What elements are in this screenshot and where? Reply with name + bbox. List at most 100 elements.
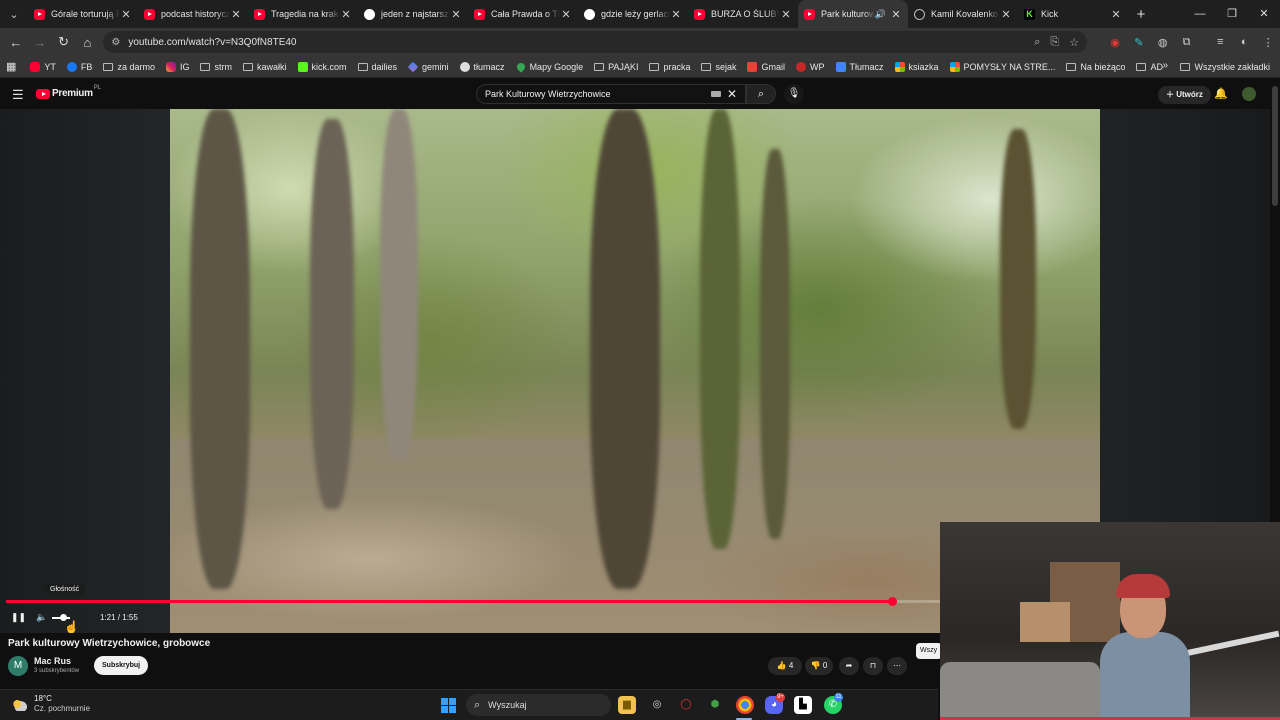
url-text[interactable]: youtube.com/watch?v=N3Q0fN8TE40: [128, 37, 1024, 48]
extension-icon[interactable]: ✎: [1127, 36, 1151, 49]
tab-close-icon[interactable]: ✕: [120, 8, 132, 21]
bookmark-item[interactable]: IG: [165, 61, 189, 72]
save-bookmark-icon[interactable]: ⊓: [863, 657, 883, 675]
share-icon[interactable]: ➦: [839, 657, 859, 675]
bookmark-item[interactable]: PAJĄKI: [594, 62, 638, 72]
close-window-icon[interactable]: ✕: [1248, 0, 1280, 28]
browser-tab[interactable]: BURZA O ŚLUBY P✕: [688, 0, 798, 28]
channel-name[interactable]: Mac Rus: [34, 656, 71, 666]
search-button[interactable]: ⌕: [746, 84, 776, 104]
taskbar-search[interactable]: ⌕ Wyszukaj: [466, 694, 611, 716]
more-bookmarks-chevron-icon[interactable]: »: [1162, 60, 1168, 71]
browser-tab[interactable]: Tragedia na krako ✕: [248, 0, 358, 28]
bookmark-item[interactable]: sejak: [701, 62, 736, 72]
bookmark-item[interactable]: dailies: [357, 62, 397, 72]
restore-icon[interactable]: ❐: [1216, 0, 1248, 28]
channel-avatar[interactable]: M: [8, 656, 28, 676]
bookmark-item[interactable]: Na bieżąco: [1066, 62, 1125, 72]
extensions-puzzle-icon[interactable]: ⧉: [1175, 36, 1199, 49]
windows-start-icon[interactable]: [441, 698, 456, 713]
tab-close-icon[interactable]: ✕: [340, 8, 352, 21]
bookmark-item[interactable]: POMYSŁY NA STRE...: [949, 61, 1055, 72]
tab-close-icon[interactable]: ✕: [780, 8, 792, 21]
zoom-icon[interactable]: ⌕: [1034, 36, 1040, 49]
progress-scrubber[interactable]: [887, 597, 897, 606]
home-icon[interactable]: ⌂: [76, 35, 100, 50]
search-input[interactable]: Park Kulturowy Wietrzychowice ✕: [476, 84, 746, 104]
notifications-bell-icon[interactable]: 🔔: [1214, 87, 1228, 100]
bookmark-item[interactable]: YT: [30, 61, 56, 72]
media-control-icon[interactable]: ≡: [1208, 36, 1232, 48]
browser-tab[interactable]: jeden z najstarszy ✕: [358, 0, 468, 28]
tab-close-icon[interactable]: ✕: [670, 8, 682, 21]
bookmark-item[interactable]: ksiazka: [894, 61, 939, 72]
bookmark-item[interactable]: pracka: [649, 62, 690, 72]
address-bar[interactable]: ⚙ youtube.com/watch?v=N3Q0fN8TE40 ⌕ ⎘ ☆: [103, 31, 1088, 53]
guide-menu-icon[interactable]: ☰: [12, 87, 24, 103]
bookmark-item[interactable]: Mapy Google: [514, 60, 583, 73]
bookmark-item[interactable]: FB: [66, 61, 92, 72]
browser-menu-icon[interactable]: ⋮: [1256, 36, 1280, 49]
browser-tab[interactable]: gdzie leży gerlach ✕: [578, 0, 688, 28]
tab-close-icon[interactable]: ✕: [450, 8, 462, 21]
browser-tab[interactable]: podcast historycz ✕: [138, 0, 248, 28]
create-button[interactable]: ＋ Utwórz: [1158, 86, 1211, 104]
browser-tab[interactable]: K Kick ✕: [1018, 0, 1128, 28]
tab-close-icon[interactable]: ✕: [1110, 8, 1122, 21]
filter-chip-all[interactable]: Wszy: [916, 643, 942, 659]
bookmark-item[interactable]: Tłumacz: [835, 61, 884, 72]
tab-close-icon[interactable]: ✕: [1000, 8, 1012, 21]
bookmark-item[interactable]: kick.com: [297, 61, 347, 72]
extension-2-icon[interactable]: ◍: [1151, 36, 1175, 49]
account-avatar[interactable]: [1242, 87, 1256, 101]
page-scrollbar[interactable]: [1272, 86, 1278, 206]
new-tab-button[interactable]: +: [1128, 6, 1154, 23]
volume-icon[interactable]: 🔈: [36, 609, 47, 625]
voice-search-mic-icon[interactable]: 🎙: [784, 84, 804, 104]
file-explorer-icon[interactable]: ▆: [618, 696, 636, 714]
tab-search-chevron-icon[interactable]: ⌄: [0, 8, 28, 21]
bookmark-star-icon[interactable]: ☆: [1069, 36, 1079, 49]
more-actions-icon[interactable]: ⋯: [887, 657, 907, 675]
dislike-button[interactable]: 👎 0: [805, 657, 833, 675]
record-extension-icon[interactable]: ◉: [1103, 36, 1127, 49]
bookmark-item[interactable]: za darmo: [103, 62, 155, 72]
browser-tab[interactable]: Cała Prawda o TR ✕: [468, 0, 578, 28]
cast-icon[interactable]: ⎘: [1050, 36, 1059, 49]
apps-grid-icon[interactable]: ▦: [6, 60, 16, 73]
tab-audio-icon[interactable]: 🔊: [875, 9, 886, 20]
like-button[interactable]: 👍 4: [768, 657, 802, 675]
keyboard-icon[interactable]: [710, 91, 721, 97]
search-query-text[interactable]: Park Kulturowy Wietrzychowice: [485, 89, 711, 99]
minimize-icon[interactable]: —: [1184, 0, 1216, 28]
browser-tab[interactable]: Kamil Kovalenko ✕: [908, 0, 1018, 28]
bookmark-item[interactable]: tłumacz: [459, 61, 505, 72]
tab-close-icon[interactable]: ✕: [560, 8, 572, 21]
subscribe-button[interactable]: Subskrybuj: [94, 656, 149, 675]
profile-avatar-icon[interactable]: ◐: [1232, 36, 1256, 48]
bookmark-item[interactable]: Gmail: [747, 61, 785, 72]
browser-tab[interactable]: Górale torturują P ✕: [28, 0, 138, 28]
bookmark-item[interactable]: strm: [200, 62, 232, 72]
all-bookmarks-folder[interactable]: Wszystkie zakładki: [1180, 62, 1270, 72]
clear-search-icon[interactable]: ✕: [727, 87, 737, 101]
youtube-premium-logo[interactable]: Premium PL: [36, 85, 101, 99]
github-icon[interactable]: ◎: [648, 696, 666, 714]
bookmark-item[interactable]: kawałki: [242, 62, 287, 72]
forward-icon[interactable]: →: [28, 35, 52, 50]
shield-app-icon[interactable]: ⬢: [706, 696, 724, 714]
bookmark-item[interactable]: WP: [796, 61, 825, 72]
chrome-icon[interactable]: [736, 696, 754, 714]
capcut-icon[interactable]: ▙: [794, 696, 812, 714]
reload-icon[interactable]: ↻: [52, 34, 76, 50]
back-icon[interactable]: ←: [4, 35, 28, 50]
tab-close-icon[interactable]: ✕: [890, 8, 902, 21]
bookmark-item[interactable]: AD: [1136, 62, 1163, 72]
bookmark-item[interactable]: gemini: [407, 61, 449, 72]
tab-close-icon[interactable]: ✕: [230, 8, 242, 21]
browser-tab[interactable]: Park kulturow 🔊 ✕: [798, 0, 908, 28]
weather-widget[interactable]: 18°C Cz. pochmurnie: [10, 694, 90, 714]
site-info-icon[interactable]: ⚙: [111, 37, 120, 48]
opera-icon[interactable]: ◯: [677, 696, 695, 714]
pause-icon[interactable]: ❚❚: [11, 609, 26, 625]
